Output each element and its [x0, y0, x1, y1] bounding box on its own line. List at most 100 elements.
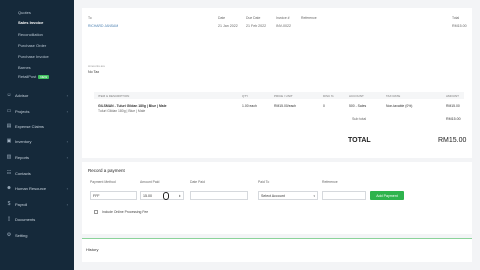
invoice-number-value: INV-0022: [276, 24, 291, 28]
box-icon: ▣: [6, 138, 12, 144]
sidebar-sub-sales-invoice[interactable]: Sales Invoice: [18, 20, 43, 25]
record-payment-panel: Record a payment Payment Method FFF Amou…: [82, 162, 472, 234]
people-icon: ☻: [6, 185, 12, 191]
new-badge: NEW: [38, 74, 50, 79]
nav-label: Documents: [15, 216, 36, 222]
nav-human-resource[interactable]: ☻ Human Resource ›: [6, 183, 72, 193]
nav-inventory[interactable]: ▣ Inventory ›: [6, 136, 72, 146]
nav-projects[interactable]: ▭ Projects ›: [6, 106, 72, 116]
due-date-value: 21 Feb 2022: [246, 24, 267, 28]
payment-method-label: Payment Method: [90, 180, 116, 184]
nav-contacts[interactable]: ☷ Contacts: [6, 168, 72, 178]
gear-icon: ⚙: [6, 232, 12, 238]
nav-label: Human Resource: [15, 185, 47, 191]
sidebar-sub-barnes[interactable]: Barnes: [18, 65, 31, 70]
date-paid-input[interactable]: [190, 191, 248, 200]
amount-paid-input[interactable]: 15.00 ⬍: [140, 191, 184, 200]
nav-payroll[interactable]: $ Payroll ›: [6, 199, 72, 209]
payment-method-select[interactable]: FFF: [90, 191, 137, 200]
processing-fee-label: Include Online Processing Fee: [102, 210, 149, 214]
sidebar-sub-reconciliation[interactable]: Reconciliation: [18, 32, 43, 37]
nav-label: Advisor: [15, 92, 29, 98]
col-account: ACCOUNT: [349, 94, 364, 98]
col-qty: QTY: [242, 94, 249, 98]
col-amount: AMOUNT: [446, 94, 459, 98]
chevron-right-icon: ›: [66, 201, 68, 207]
chevron-down-icon: ▾: [313, 193, 315, 198]
cursor-icon: [163, 192, 169, 200]
sidebar-sub-quotes[interactable]: Quotes: [18, 10, 31, 15]
amounts-are-value: No Tax: [88, 70, 100, 74]
nav-label: Payroll: [15, 201, 28, 207]
payment-method-value: FFF: [93, 193, 100, 198]
sidebar-sub-retailpost[interactable]: RetailPost NEW: [18, 74, 50, 79]
amount-paid-label: Amount Paid: [140, 180, 160, 184]
to-value[interactable]: RICHARD JANSAM: [88, 24, 118, 28]
chevron-right-icon: ›: [66, 138, 68, 144]
reference-input[interactable]: [322, 191, 366, 200]
col-price: PRICE / UNIT: [274, 94, 293, 98]
folder-icon: ▭: [6, 108, 12, 114]
nav-label: Expense Claims: [15, 123, 44, 129]
paid-to-label: Paid To: [258, 180, 270, 184]
col-item: ITEM & DESCRIPTION: [98, 94, 130, 98]
payroll-icon: $: [7, 201, 11, 207]
chevron-right-icon: ›: [66, 185, 68, 191]
nav-documents[interactable]: ▯ Documents: [6, 214, 72, 224]
add-payment-button[interactable]: Add Payment: [370, 191, 404, 200]
chevron-right-icon: ›: [66, 92, 68, 98]
subtotal-label: Sub total: [352, 117, 367, 121]
grand-total-value: RM15.00: [438, 137, 467, 144]
row-item: GILSMAN - Tuluri Gildan 180g | Blue | Ma…: [98, 104, 167, 108]
to-label: To: [88, 16, 92, 20]
col-tax-rate: TAX RATE: [386, 94, 401, 98]
date-value: 21 Jan 2022: [218, 24, 238, 28]
grand-total-label: TOTAL: [348, 137, 371, 144]
amounts-are-label: Amounts are: [88, 64, 106, 68]
row-amount: RM15.00: [446, 104, 460, 108]
nav-label: Inventory: [15, 138, 32, 144]
row-disc: 0: [323, 104, 325, 108]
nav-label: Projects: [15, 108, 30, 114]
person-icon: ☺: [6, 92, 12, 98]
reference-label: Reference: [301, 16, 317, 20]
line-items-header: ITEM & DESCRIPTION QTY PRICE / UNIT DISC…: [94, 92, 464, 99]
subtotal-value: RM15.00: [446, 117, 461, 121]
nav-setting[interactable]: ⚙ Setting: [6, 230, 72, 240]
sidebar-sub-purchase-order[interactable]: Purchase Order: [18, 43, 46, 48]
nav-label: Contacts: [15, 170, 31, 176]
paid-to-select[interactable]: Select Account ▾: [258, 191, 318, 200]
total-value: RM15.00: [452, 24, 467, 28]
stepper-arrows-icon[interactable]: ⬍: [178, 194, 181, 198]
amount-paid-value: 15.00: [143, 193, 152, 198]
receipt-icon: ▤: [6, 123, 12, 129]
sidebar-sub-purchase-invoice[interactable]: Purchase Invoice: [18, 54, 49, 59]
nav-label: Reports: [15, 154, 30, 160]
row-price: RM15.00/each: [274, 104, 297, 108]
nav-reports[interactable]: ▥ Reports ›: [6, 152, 72, 162]
date-paid-label: Date Paid: [190, 180, 205, 184]
sidebar: Quotes Sales Invoice Reconciliation Purc…: [0, 0, 74, 270]
date-label: Date: [218, 16, 226, 20]
chevron-right-icon: ›: [66, 154, 68, 160]
invoice-card: To RICHARD JANSAM Date 21 Jan 2022 Due D…: [82, 8, 472, 158]
total-label: Total: [452, 16, 460, 20]
document-icon: ▯: [7, 216, 11, 222]
paid-to-value: Select Account: [261, 193, 285, 198]
reference-label: Reference: [322, 180, 338, 184]
row-description: Tuluri Gildan 180g | Blue | Male: [98, 109, 146, 113]
contacts-icon: ☷: [6, 170, 12, 176]
row-tax: Non-taxable (0%): [386, 104, 413, 108]
history-panel: History: [82, 238, 472, 262]
chevron-right-icon: ›: [66, 108, 68, 114]
history-title: History: [86, 247, 99, 252]
sidebar-sub-retailpost-label: RetailPost: [18, 74, 37, 79]
main-content: To RICHARD JANSAM Date 21 Jan 2022 Due D…: [74, 0, 480, 270]
chart-icon: ▥: [6, 154, 12, 160]
processing-fee-checkbox[interactable]: [94, 210, 98, 214]
row-account: 500 - Sales: [349, 104, 367, 108]
screen: Quotes Sales Invoice Reconciliation Purc…: [0, 0, 480, 270]
nav-label: Setting: [15, 232, 28, 238]
nav-expense-claims[interactable]: ▤ Expense Claims: [6, 121, 72, 131]
nav-advisor[interactable]: ☺ Advisor ›: [6, 90, 72, 100]
